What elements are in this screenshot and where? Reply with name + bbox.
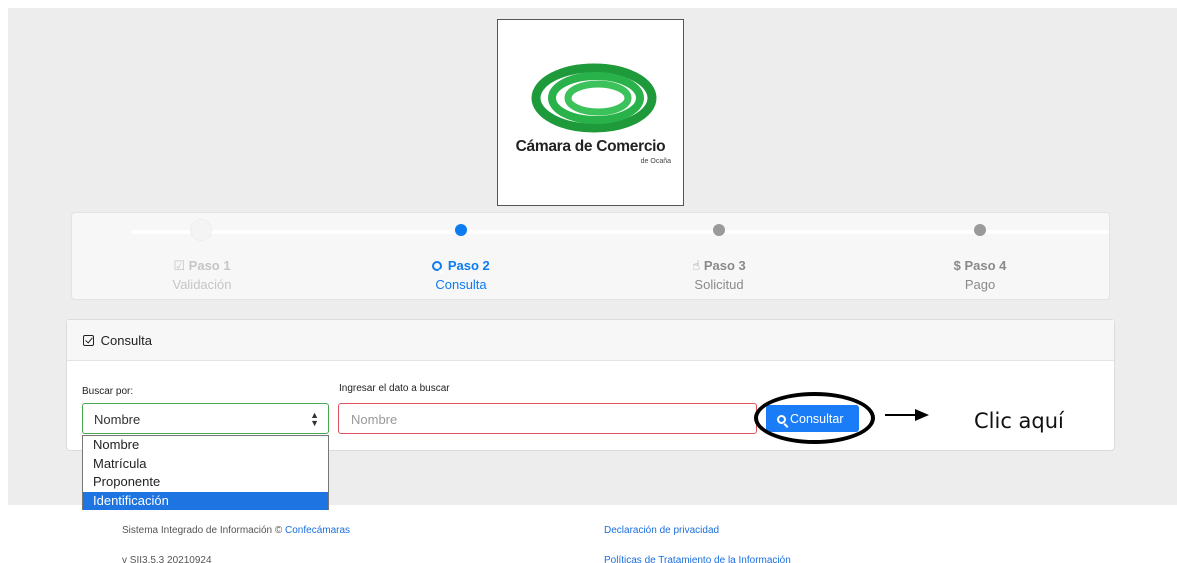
arrow-head-icon <box>915 409 929 421</box>
step-3-title: Paso 3 <box>703 258 746 273</box>
search-by-value: Nombre <box>94 412 141 427</box>
step-2-title: Paso 2 <box>447 258 490 273</box>
search-icon <box>432 261 443 271</box>
search-input[interactable]: Nombre <box>338 403 757 434</box>
option-matricula[interactable]: Matrícula <box>83 455 328 474</box>
step-3-dot <box>713 224 725 236</box>
highlight-oval <box>754 392 875 444</box>
arrow-right-icon <box>885 414 917 416</box>
step-4[interactable]: $ Paso 4 <box>880 258 1080 273</box>
check-square-icon: ☑ <box>173 258 186 273</box>
option-nombre[interactable]: Nombre <box>83 436 328 455</box>
search-by-select[interactable]: Nombre ▲ ▼ <box>82 403 329 434</box>
confecamaras-link[interactable]: Confecámaras <box>285 525 350 536</box>
search-by-options: Nombre Matrícula Proponente Identificaci… <box>82 435 329 510</box>
privacy-link[interactable]: Declaración de privacidad <box>604 525 719 536</box>
step-4-title: Paso 4 <box>964 258 1007 273</box>
step-1-title: Paso 1 <box>188 258 231 273</box>
hand-pointer-icon: ☝ <box>692 258 701 273</box>
step-3-subtitle: Solicitud <box>694 277 744 292</box>
select-arrows-icon: ▲ ▼ <box>310 410 319 428</box>
search-by-label: Buscar por: <box>82 386 134 397</box>
dollar-icon: $ <box>953 258 961 273</box>
step-4-dot <box>974 224 986 236</box>
progress-track <box>132 230 1109 234</box>
step-2-dot <box>455 224 467 236</box>
logo-card: Cámara de Comercio de Ocaña <box>497 19 684 206</box>
consulta-header: Consulta <box>67 320 1114 361</box>
step-4-subtitle: Pago <box>964 277 996 292</box>
step-2[interactable]: Paso 2 <box>361 258 561 273</box>
search-input-placeholder: Nombre <box>351 412 398 427</box>
option-identificacion[interactable]: Identificación <box>83 491 328 510</box>
steps-progress: ☑ Paso 1 Validación Paso 2 Consulta ☝ Pa… <box>71 212 1110 300</box>
annotation-text: Clic aquí <box>974 409 1064 433</box>
search-input-label: Ingresar el dato a buscar <box>339 383 450 394</box>
logo-title: Cámara de Comercio <box>515 138 666 155</box>
footer-system: Sistema Integrado de Información © Confe… <box>122 525 350 536</box>
check-square-icon <box>83 335 94 346</box>
step-1[interactable]: ☑ Paso 1 <box>102 258 302 274</box>
footer-system-text: Sistema Integrado de Información © <box>122 525 283 536</box>
camara-logo-icon <box>531 63 657 133</box>
step-3[interactable]: ☝ Paso 3 <box>619 258 819 274</box>
step-2-subtitle: Consulta <box>435 277 487 292</box>
option-proponente[interactable]: Proponente <box>83 473 328 492</box>
policy-link[interactable]: Políticas de Tratamiento de la Informaci… <box>604 555 791 563</box>
consulta-title: Consulta <box>100 333 152 348</box>
footer-version: v SII3.5.3 20210924 <box>122 555 212 563</box>
logo-subtitle: de Ocaña <box>640 158 671 165</box>
step-1-dot <box>190 219 212 241</box>
step-1-subtitle: Validación <box>172 277 232 292</box>
